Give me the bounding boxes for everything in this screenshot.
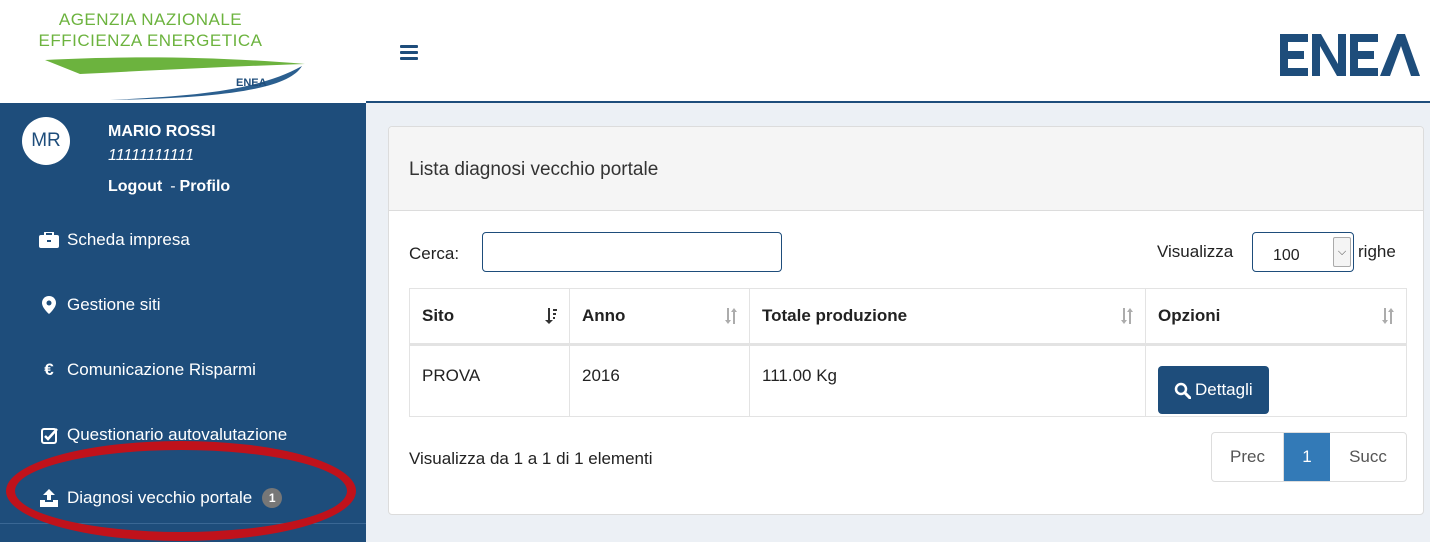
user-tax-code: 11111111111	[108, 147, 195, 164]
sort-icon[interactable]	[1121, 308, 1133, 324]
pagination-next-button[interactable]: Succ	[1330, 433, 1406, 481]
sort-icon[interactable]	[725, 308, 737, 324]
user-name: MARIO ROSSI	[108, 123, 216, 140]
chevron-down-icon[interactable]: ⌵	[1333, 237, 1351, 267]
briefcase-icon	[38, 230, 60, 250]
page-length-suffix: righe	[1358, 242, 1396, 261]
diagnosi-table: Sito Anno Totale produzione Opzioni PROV…	[409, 288, 1407, 417]
pagination: Prec 1 Succ	[1211, 432, 1407, 482]
sidebar-item-scheda-impresa[interactable]: Scheda impresa	[0, 215, 366, 265]
enea-logo-icon[interactable]	[1280, 30, 1420, 80]
search-icon	[1174, 382, 1191, 399]
pagination-prev-button[interactable]: Prec	[1212, 433, 1284, 481]
pagination-page-button[interactable]: 1	[1284, 433, 1330, 481]
sidebar-item-comunicazione-risparmi[interactable]: € Comunicazione Risparmi	[0, 345, 366, 395]
column-header-opzioni[interactable]: Opzioni	[1145, 288, 1407, 346]
profile-link[interactable]: Profilo	[180, 178, 231, 195]
euro-icon: €	[44, 360, 54, 379]
upload-icon	[38, 488, 60, 508]
column-header-anno[interactable]: Anno	[569, 288, 750, 346]
user-links-separator: -	[170, 178, 176, 195]
cell-opzioni: Dettagli	[1145, 344, 1407, 417]
map-marker-icon	[38, 295, 60, 315]
column-header-sito[interactable]: Sito	[409, 288, 570, 346]
sidebar-item-label: Gestione siti	[67, 295, 161, 314]
top-bar: AGENZIA NAZIONALE EFFICIENZA ENERGETICA …	[0, 0, 1430, 103]
cell-sito: PROVA	[409, 344, 570, 417]
sidebar-item-label: Scheda impresa	[67, 230, 190, 249]
page-length-value: 100	[1273, 247, 1300, 264]
column-header-totale-produzione[interactable]: Totale produzione	[749, 288, 1146, 346]
panel-header: Lista diagnosi vecchio portale	[389, 127, 1423, 211]
agency-brand-logo[interactable]: AGENZIA NAZIONALE EFFICIENZA ENERGETICA …	[0, 0, 325, 103]
brand-swoosh-icon: ENEA	[45, 57, 305, 100]
sidebar-item-label: Diagnosi vecchio portale	[67, 488, 253, 507]
user-panel: MR MARIO ROSSI 11111111111 Logout - Profil…	[0, 103, 366, 213]
sidebar-divider	[0, 523, 366, 524]
checkbox-icon	[38, 425, 60, 445]
user-links: Logout - Profilo	[108, 178, 230, 196]
page-length-label: Visualizza	[1157, 242, 1234, 261]
hamburger-menu-icon[interactable]	[400, 45, 418, 61]
search-label: Cerca:	[409, 244, 460, 263]
cell-totale-produzione: 111.00 Kg	[749, 344, 1146, 417]
column-header-label: Totale produzione	[762, 306, 908, 325]
sidebar: MR MARIO ROSSI 11111111111 Logout - Profil…	[0, 103, 366, 542]
main-content: Lista diagnosi vecchio portale Cerca: Vi…	[366, 103, 1430, 542]
sidebar-item-label: Questionario autovalutazione	[67, 425, 288, 444]
sidebar-item-label: Comunicazione Risparmi	[67, 360, 256, 379]
cell-anno: 2016	[569, 344, 750, 417]
panel-title: Lista diagnosi vecchio portale	[409, 159, 659, 180]
column-header-label: Anno	[582, 306, 626, 325]
dettagli-label: Dettagli	[1195, 380, 1253, 399]
brand-line-1: AGENZIA NAZIONALE	[58, 10, 243, 29]
dettagli-button[interactable]: Dettagli	[1158, 366, 1269, 414]
sidebar-item-questionario[interactable]: Questionario autovalutazione	[0, 410, 366, 460]
search-input[interactable]	[482, 232, 782, 272]
avatar: MR	[22, 117, 70, 165]
logout-link[interactable]: Logout	[108, 178, 162, 195]
column-header-label: Opzioni	[1158, 306, 1221, 325]
table-info: Visualizza da 1 a 1 di 1 elementi	[409, 449, 653, 468]
table-header-row: Sito Anno Totale produzione Opzioni	[409, 288, 1407, 346]
column-header-label: Sito	[422, 306, 455, 325]
diagnosi-panel: Lista diagnosi vecchio portale Cerca: Vi…	[388, 126, 1424, 515]
count-badge: 1	[262, 488, 283, 508]
sidebar-item-diagnosi-vecchio-portale[interactable]: Diagnosi vecchio portale 1	[0, 473, 366, 523]
sort-icon[interactable]	[1382, 308, 1394, 324]
table-row: PROVA 2016 111.00 Kg Dettagli	[409, 344, 1407, 417]
brand-line-2: EFFICIENZA ENERGETICA	[38, 31, 263, 50]
svg-text:ENEA: ENEA	[236, 77, 267, 89]
page-length-select[interactable]: 100 ⌵	[1252, 232, 1354, 272]
sidebar-item-gestione-siti[interactable]: Gestione siti	[0, 280, 366, 330]
sort-desc-icon[interactable]	[545, 308, 557, 324]
